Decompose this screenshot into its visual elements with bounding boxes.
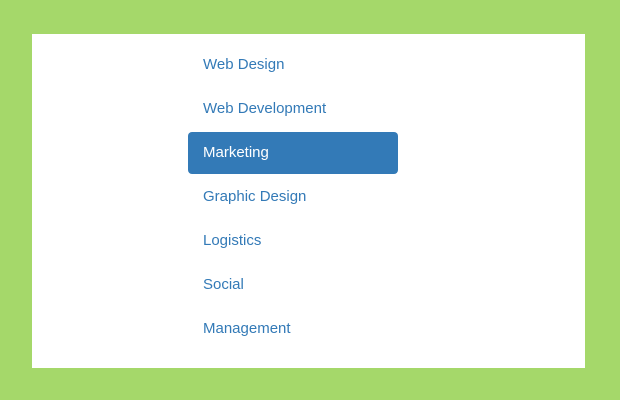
content-panel: Web Design Web Development Marketing Gra…: [32, 34, 585, 368]
nav-item-web-development[interactable]: Web Development: [188, 88, 398, 130]
nav-item-web-design[interactable]: Web Design: [188, 44, 398, 86]
nav-item-graphic-design[interactable]: Graphic Design: [188, 176, 398, 218]
nav-item-logistics[interactable]: Logistics: [188, 220, 398, 262]
nav-item-social[interactable]: Social: [188, 264, 398, 306]
nav-item-marketing[interactable]: Marketing: [188, 132, 398, 174]
nav-item-management[interactable]: Management: [188, 308, 398, 350]
nav-pills-stacked: Web Design Web Development Marketing Gra…: [188, 44, 398, 352]
